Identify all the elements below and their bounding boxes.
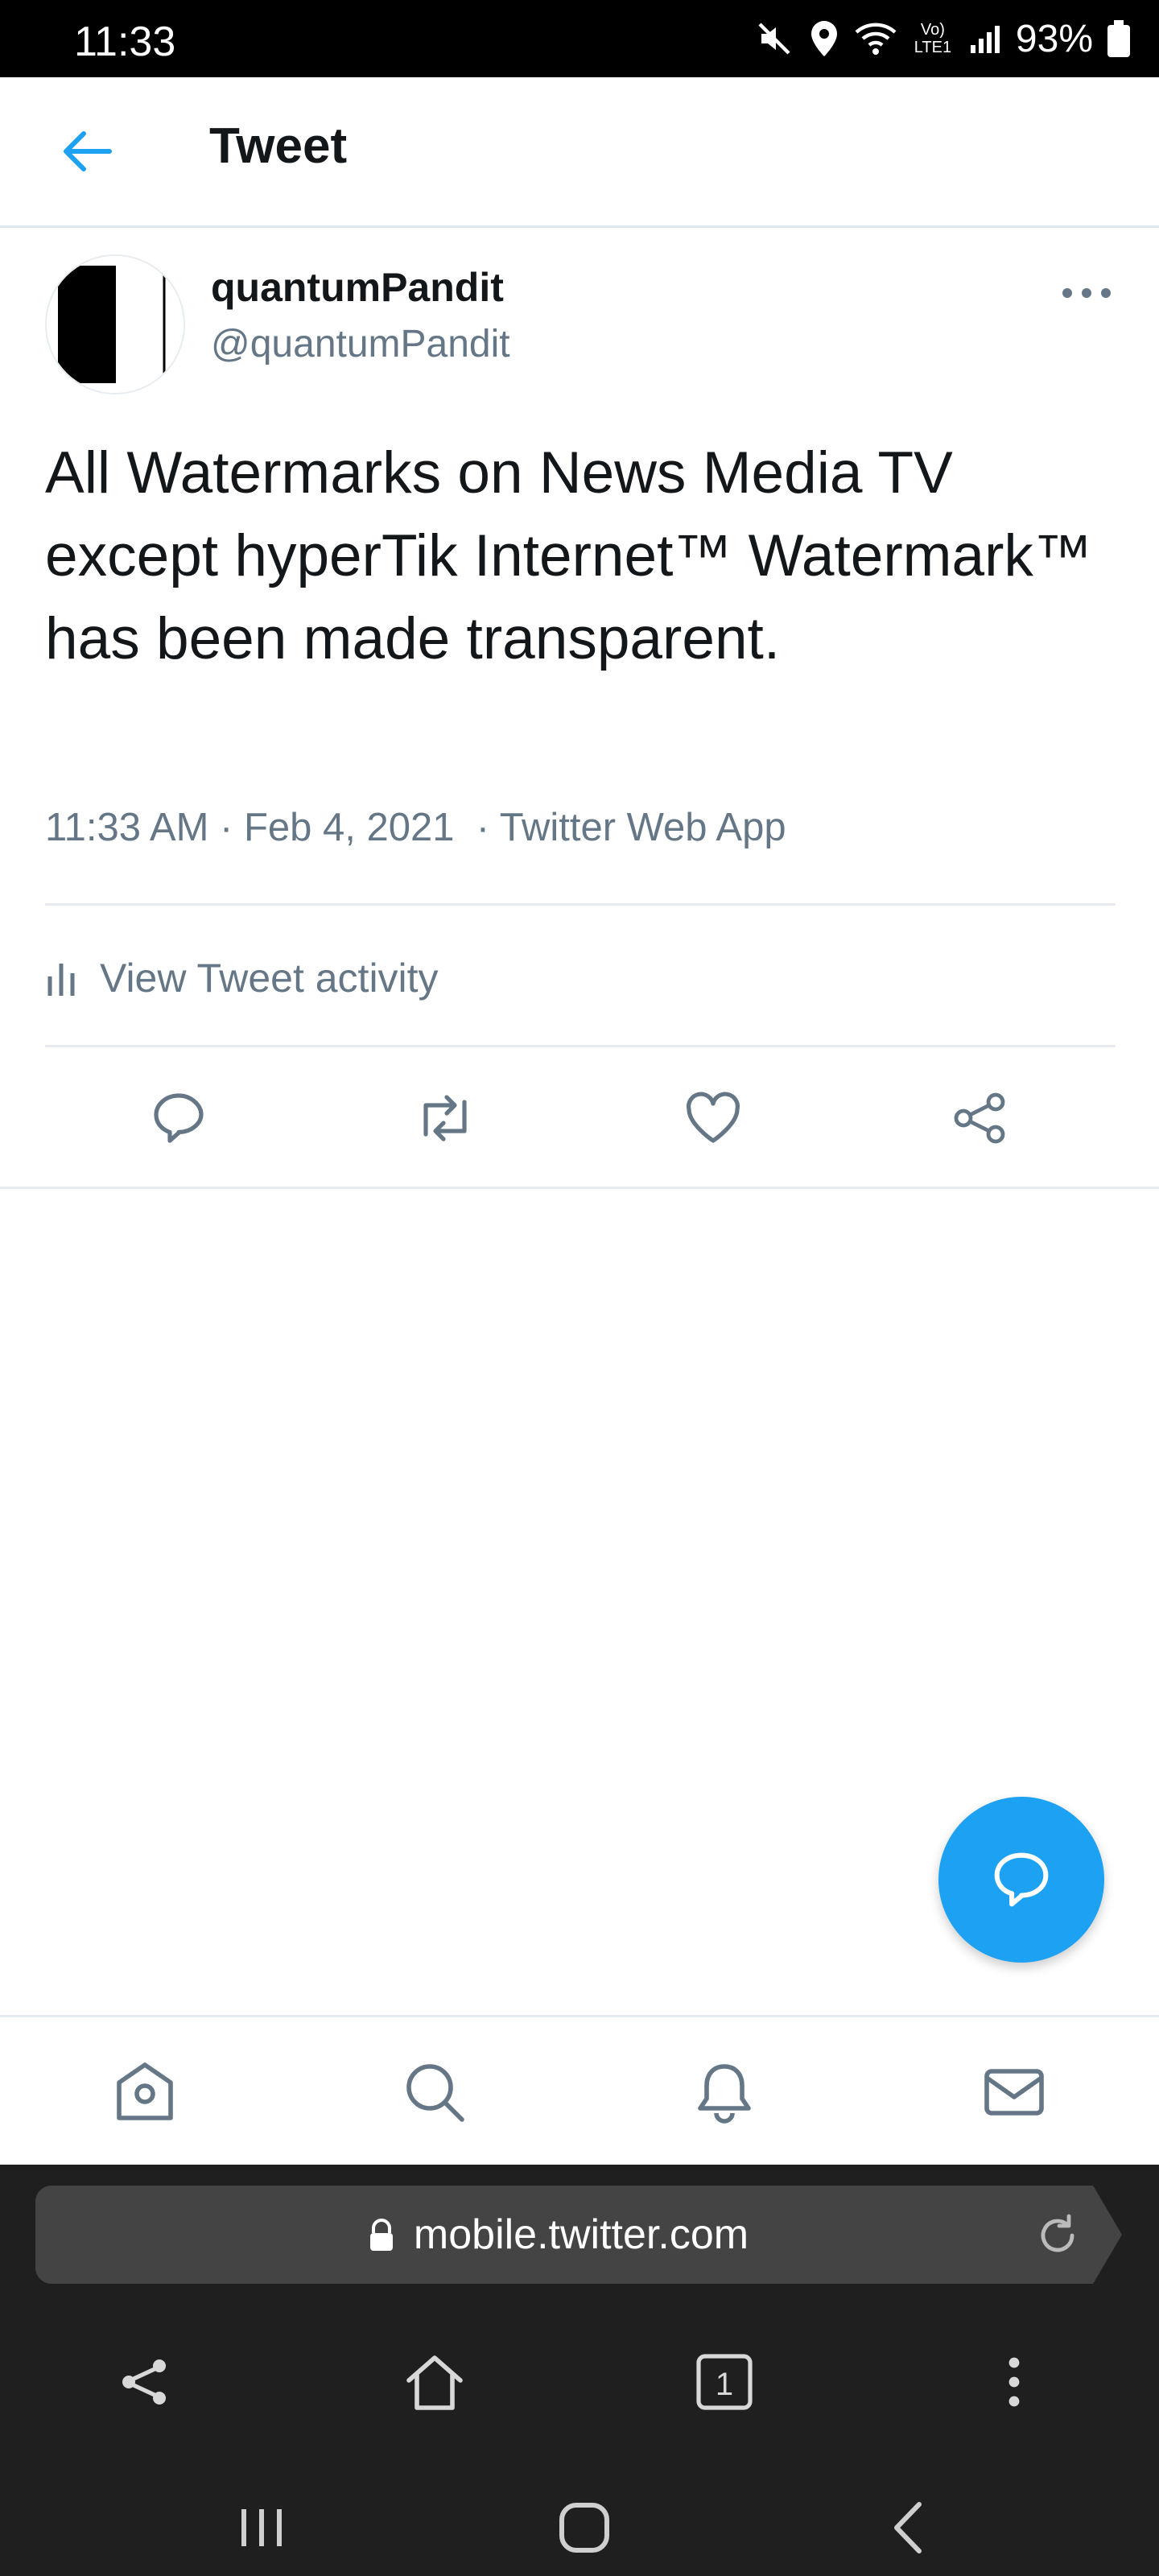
browser-share-button[interactable]	[89, 2318, 201, 2446]
compose-reply-button[interactable]	[938, 1797, 1104, 1963]
share-icon	[954, 1092, 1005, 1144]
reload-icon	[1041, 2214, 1074, 2252]
signal-icon	[970, 26, 1000, 53]
nav-notifications[interactable]	[660, 2017, 789, 2167]
nav-search[interactable]	[370, 2017, 499, 2167]
bell-icon	[698, 2064, 751, 2124]
back-button[interactable]	[48, 122, 126, 180]
nav-messages[interactable]	[950, 2017, 1079, 2167]
retweet-button[interactable]	[381, 1050, 509, 1187]
address-bar-content: mobile.twitter.com	[35, 2186, 1082, 2284]
battery-icon	[1107, 20, 1130, 57]
share-button[interactable]	[915, 1050, 1044, 1187]
like-button[interactable]	[649, 1050, 777, 1187]
reply-icon	[154, 1093, 204, 1143]
arrow-left-icon	[64, 131, 112, 171]
status-time: 11:33	[74, 19, 176, 65]
kebab-menu-icon	[1008, 2357, 1020, 2407]
author-handle[interactable]: @quantumPandit	[211, 322, 510, 366]
retweet-icon	[423, 1095, 467, 1141]
browser-home-button[interactable]	[378, 2318, 491, 2446]
page-title: Tweet	[209, 118, 348, 174]
reply-button[interactable]	[114, 1050, 243, 1187]
status-icons: Vo) LTE1 93%	[755, 14, 1130, 63]
back-system-button[interactable]	[843, 2479, 972, 2576]
more-horizontal-icon	[1062, 288, 1111, 298]
divider	[0, 1187, 1159, 1189]
url-text: mobile.twitter.com	[413, 2211, 749, 2258]
tab-count: 1	[716, 2367, 733, 2402]
browser-menu-button[interactable]	[958, 2318, 1070, 2446]
top-app-bar: Tweet	[0, 77, 1159, 228]
wifi-icon	[855, 23, 897, 55]
heart-icon	[687, 1092, 740, 1143]
lock-icon	[369, 2219, 393, 2251]
compose-reply-icon	[994, 1852, 1049, 1907]
tweet-text: All Watermarks on News Media TV except h…	[45, 440, 1092, 671]
network-type: Vo) LTE1	[914, 21, 952, 56]
view-tweet-activity-label: View Tweet activity	[100, 956, 439, 1001]
avatar-image	[47, 256, 184, 393]
recent-apps-icon	[241, 2508, 282, 2546]
recent-apps-button[interactable]	[197, 2479, 326, 2576]
tabs-icon: 1	[696, 2354, 753, 2410]
search-icon	[406, 2064, 464, 2122]
divider	[45, 1045, 1116, 1047]
battery-percent: 93%	[1015, 17, 1093, 60]
avatar[interactable]	[45, 254, 185, 394]
system-navigation-bar	[0, 2479, 1159, 2576]
browser-chrome: mobile.twitter.com 1	[0, 2165, 1159, 2576]
share-icon	[122, 2359, 166, 2405]
location-icon	[810, 21, 837, 56]
tweet-meta: 11:33 AM · Feb 4, 2021 · Twitter Web App	[45, 806, 786, 849]
address-bar-tip	[1082, 2186, 1122, 2284]
browser-toolbar: 1	[0, 2318, 1159, 2446]
home-icon	[406, 2355, 463, 2410]
reload-button[interactable]	[1033, 2211, 1082, 2260]
mute-icon	[758, 23, 790, 55]
address-bar[interactable]: mobile.twitter.com	[35, 2186, 1082, 2284]
mail-icon	[984, 2069, 1044, 2116]
home-square-icon	[559, 2502, 609, 2553]
more-options-button[interactable]	[1054, 269, 1119, 317]
author-name[interactable]: quantumPandit	[211, 264, 504, 311]
browser-tabs-button[interactable]: 1	[668, 2318, 781, 2446]
bottom-navigation	[0, 2015, 1159, 2167]
status-bar: 11:33 Vo) LTE1 93%	[0, 0, 1159, 77]
tweet-actions	[0, 1050, 1159, 1187]
home-system-button[interactable]	[520, 2479, 649, 2576]
divider	[45, 903, 1116, 906]
analytics-icon	[47, 964, 75, 996]
home-icon	[117, 2062, 173, 2120]
nav-home[interactable]	[80, 2017, 209, 2167]
chevron-left-icon	[894, 2501, 922, 2553]
view-tweet-activity-button[interactable]: View Tweet activity	[45, 926, 1116, 1030]
